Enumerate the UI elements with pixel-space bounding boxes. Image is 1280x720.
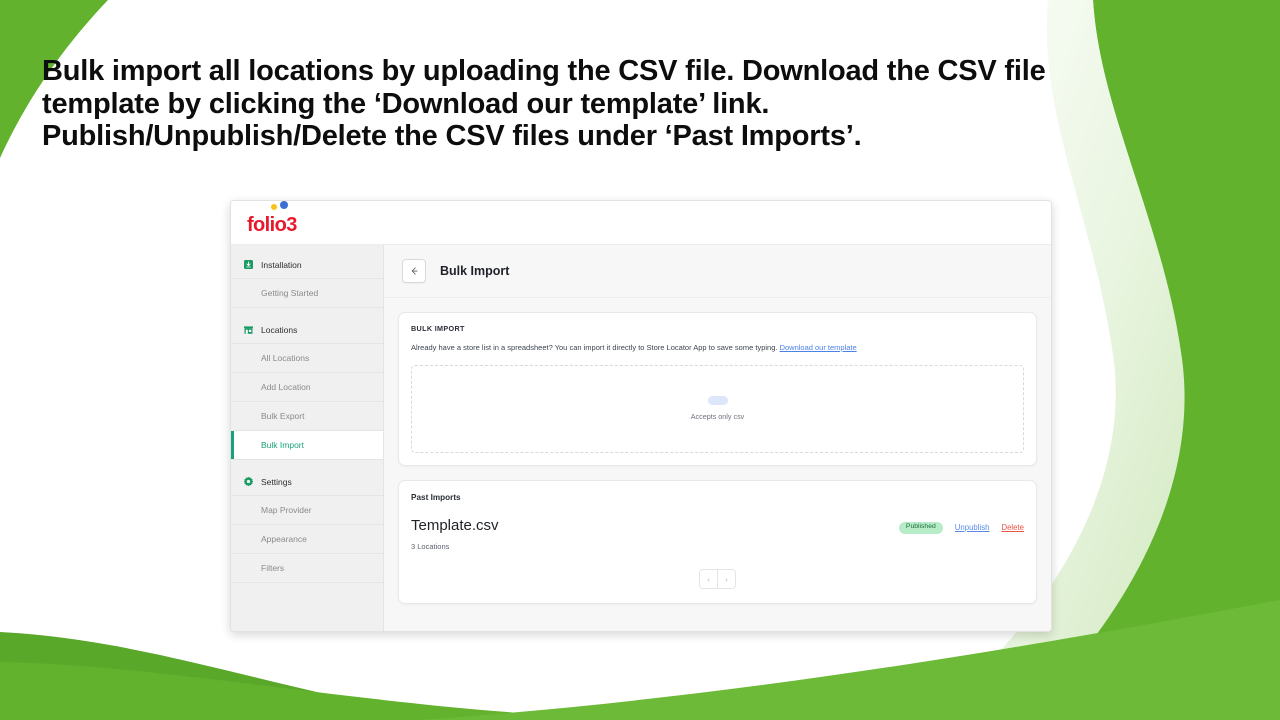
sidebar-item-label: All Locations	[261, 353, 310, 363]
pagination-group: ‹ ›	[699, 569, 736, 590]
sidebar-item-bulk-export[interactable]: Bulk Export	[231, 402, 383, 431]
page-header: Bulk Import	[384, 245, 1051, 298]
sidebar-item-label: Getting Started	[261, 288, 319, 298]
sidebar-item-label: Add Location	[261, 382, 311, 392]
unpublish-button[interactable]: Unpublish	[955, 523, 990, 532]
sidebar-item-all-locations[interactable]: All Locations	[231, 344, 383, 373]
app-window: folio3 Installation Getting Started Loca…	[230, 200, 1052, 632]
import-file-meta: 3 Locations	[411, 542, 450, 552]
heading-line-2: template by clicking the ‘Download our t…	[42, 87, 770, 120]
heading-line-3: Publish/Unpublish/Delete the CSV files u…	[42, 120, 862, 152]
decor-bottom-wave-secondary	[0, 662, 700, 720]
sidebar: Installation Getting Started Locations A…	[231, 245, 384, 631]
sidebar-item-getting-started[interactable]: Getting Started	[231, 279, 383, 308]
logo-dot-blue-icon	[280, 201, 288, 209]
logo-dot-yellow-icon	[271, 203, 277, 210]
logo-text: folio3	[247, 213, 297, 236]
sidebar-group-settings[interactable]: Settings	[231, 468, 383, 496]
import-file-name: Template.csv	[411, 516, 499, 534]
bulk-import-description: Already have a store list in a spreadshe…	[411, 343, 1024, 353]
chevron-right-icon: ›	[725, 574, 728, 584]
heading-line-1: Bulk import all locations by uploading t…	[42, 55, 1046, 87]
sidebar-group-label: Settings	[261, 476, 292, 487]
back-button[interactable]	[402, 259, 426, 283]
installation-box-icon	[244, 260, 253, 269]
bulk-import-card: BULK IMPORT Already have a store list in…	[398, 312, 1037, 466]
store-front-icon	[244, 326, 253, 334]
decor-bottom-wave	[0, 632, 470, 720]
gear-icon	[243, 476, 254, 487]
content-scroll: BULK IMPORT Already have a store list in…	[384, 298, 1051, 631]
sidebar-item-label: Bulk Export	[261, 411, 305, 421]
content-area: Bulk Import BULK IMPORT Already have a s…	[384, 245, 1051, 631]
sidebar-item-label: Bulk Import	[261, 440, 304, 450]
import-file-info: Template.csv 3 Locations	[411, 516, 499, 552]
chevron-left-icon: ‹	[707, 574, 710, 584]
past-imports-card: Past Imports Template.csv 3 Locations Pu…	[398, 479, 1037, 605]
page-title: Bulk import all locations by uploading t…	[42, 55, 1052, 153]
import-row-actions: Published Unpublish Delete	[898, 518, 1024, 534]
sidebar-item-bulk-import[interactable]: Bulk Import	[231, 431, 383, 460]
bulk-import-section-label: BULK IMPORT	[411, 324, 465, 333]
sidebar-group-label: Installation	[261, 259, 302, 270]
decor-right-shape	[1020, 0, 1280, 720]
bulk-import-description-text: Already have a store list in a spreadshe…	[411, 343, 778, 352]
upload-file-button[interactable]	[707, 396, 728, 406]
sidebar-item-label: Filters	[261, 563, 285, 573]
pagination: ‹ ›	[411, 569, 1024, 590]
folio3-logo: folio3	[247, 201, 297, 236]
page-heading: Bulk Import	[440, 264, 510, 278]
sidebar-group-installation[interactable]: Installation	[231, 251, 383, 279]
arrow-left-icon	[411, 267, 418, 275]
dropzone-hint-label: Accepts only csv	[690, 412, 745, 422]
download-template-link[interactable]: Download our template	[780, 343, 857, 352]
sidebar-item-appearance[interactable]: Appearance	[231, 525, 383, 554]
sidebar-item-label: Map Provider	[261, 505, 312, 515]
csv-dropzone[interactable]: Accepts only csv	[411, 364, 1024, 453]
app-body: Installation Getting Started Locations A…	[231, 245, 1051, 631]
app-topbar: folio3	[231, 201, 1051, 245]
sidebar-item-filters[interactable]: Filters	[231, 554, 383, 583]
delete-button[interactable]: Delete	[1001, 523, 1024, 532]
pagination-next-button[interactable]: ›	[717, 570, 735, 589]
past-imports-title: Past Imports	[411, 492, 461, 502]
status-badge: Published	[898, 521, 943, 534]
sidebar-group-label: Locations	[261, 324, 298, 335]
sidebar-group-locations[interactable]: Locations	[231, 316, 383, 344]
table-row: Template.csv 3 Locations Published Unpub…	[411, 516, 1024, 552]
sidebar-item-label: Appearance	[261, 534, 307, 544]
sidebar-item-add-location[interactable]: Add Location	[231, 373, 383, 402]
sidebar-item-map-provider[interactable]: Map Provider	[231, 496, 383, 525]
pagination-prev-button[interactable]: ‹	[700, 570, 717, 589]
